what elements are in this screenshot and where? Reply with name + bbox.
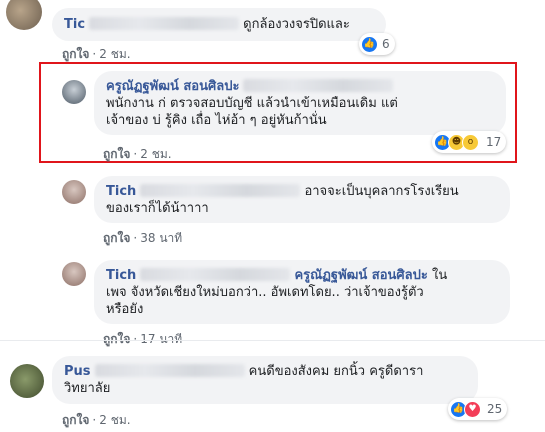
like-link[interactable]: ถูกใจ	[103, 332, 130, 346]
blurred-name	[140, 268, 291, 281]
comment-text-line-3: หรือยัง	[106, 302, 144, 317]
love-icon: ♥	[464, 400, 481, 418]
comment-text: ดูกล้องวงจรปิดและ	[243, 17, 350, 32]
comment-bubble: ครูณัฏฐพัฒน์ สอนศิลปะ พนักงาน ก่ ตรวจสอบ…	[94, 71, 506, 135]
mention-link[interactable]: ครูณัฏฐพัฒน์ สอนศิลปะ	[294, 268, 427, 283]
blurred-name	[94, 364, 245, 377]
commenter-name[interactable]: Pus	[64, 364, 91, 379]
comment-text-line-2: เจ้าของ บ่ รู้คิง เถื่อ ไห่อ้า ๆ อยู่หัน…	[106, 113, 327, 128]
like-link[interactable]: ถูกใจ	[103, 231, 130, 245]
comment-text-line-2: ของเราก็ได้น้าาาา	[106, 201, 209, 216]
timestamp[interactable]: 2 ชม.	[99, 413, 130, 427]
reaction-summary[interactable]: 👍 6	[359, 33, 395, 55]
like-link[interactable]: ถูกใจ	[103, 147, 130, 161]
blurred-name	[140, 184, 301, 197]
commenter-name[interactable]: ครูณัฏฐพัฒน์ สอนศิลปะ	[106, 79, 239, 94]
comment-meta: ถูกใจ · 38 นาที	[103, 231, 183, 245]
timestamp[interactable]: 2 ชม.	[99, 47, 130, 61]
avatar[interactable]	[6, 0, 42, 30]
comment-text-line-1: อาจจะเป็นบุคลากรโรงเรียน	[304, 184, 459, 199]
wow-icon: o	[462, 133, 479, 151]
comment-text-line-2: วิทยาลัย	[64, 381, 111, 396]
comment-text-line-1-tail: ใน	[432, 268, 448, 283]
comment-text-line-1: คนดีของสังคม ยกนิ้ว ครูดีดารา	[248, 364, 424, 379]
reaction-count: 17	[486, 135, 502, 149]
reaction-summary[interactable]: 👍 ♥ 25	[448, 398, 508, 420]
avatar[interactable]	[62, 180, 86, 204]
comment-meta: ถูกใจ · 2 ชม.	[62, 413, 131, 427]
timestamp[interactable]: 17 นาที	[140, 332, 182, 346]
like-icon: 👍	[361, 35, 378, 53]
reaction-count: 6	[382, 37, 390, 51]
comment-bubble: Tich อาจจะเป็นบุคลากรโรงเรียน ของเราก็ได…	[94, 176, 510, 223]
avatar[interactable]	[62, 262, 86, 286]
reaction-summary[interactable]: 👍 ☻ o 17	[432, 131, 507, 153]
comment-bubble: Tic ดูกล้องวงจรปิดและ	[52, 8, 386, 41]
comment-bubble: Tich ครูณัฏฐพัฒน์ สอนศิลปะ ใน เพจ จังหวั…	[94, 260, 510, 324]
blurred-name	[243, 79, 394, 92]
avatar[interactable]	[10, 364, 44, 398]
blurred-name	[89, 17, 240, 30]
reaction-count: 25	[487, 402, 503, 416]
comment-bubble: Pus คนดีของสังคม ยกนิ้ว ครูดีดารา วิทยาล…	[52, 356, 478, 404]
divider	[0, 340, 545, 341]
like-link[interactable]: ถูกใจ	[62, 47, 89, 61]
commenter-name[interactable]: Tich	[106, 268, 136, 283]
comment-text-line-2: เพจ จังหวัดเชียงใหม่บอกว่า.. อัพเดทโดย..…	[106, 285, 424, 300]
comment-meta: ถูกใจ · 2 ชม.	[103, 147, 172, 161]
commenter-name[interactable]: Tich	[106, 184, 136, 199]
comment-text-line-1: พนักงาน ก่ ตรวจสอบบัญชี แล้วนำเข้าเหมือน…	[106, 96, 398, 111]
like-link[interactable]: ถูกใจ	[62, 413, 89, 427]
timestamp[interactable]: 38 นาที	[140, 231, 182, 245]
avatar[interactable]	[62, 80, 86, 104]
timestamp[interactable]: 2 ชม.	[140, 147, 171, 161]
commenter-name[interactable]: Tic	[64, 17, 85, 32]
